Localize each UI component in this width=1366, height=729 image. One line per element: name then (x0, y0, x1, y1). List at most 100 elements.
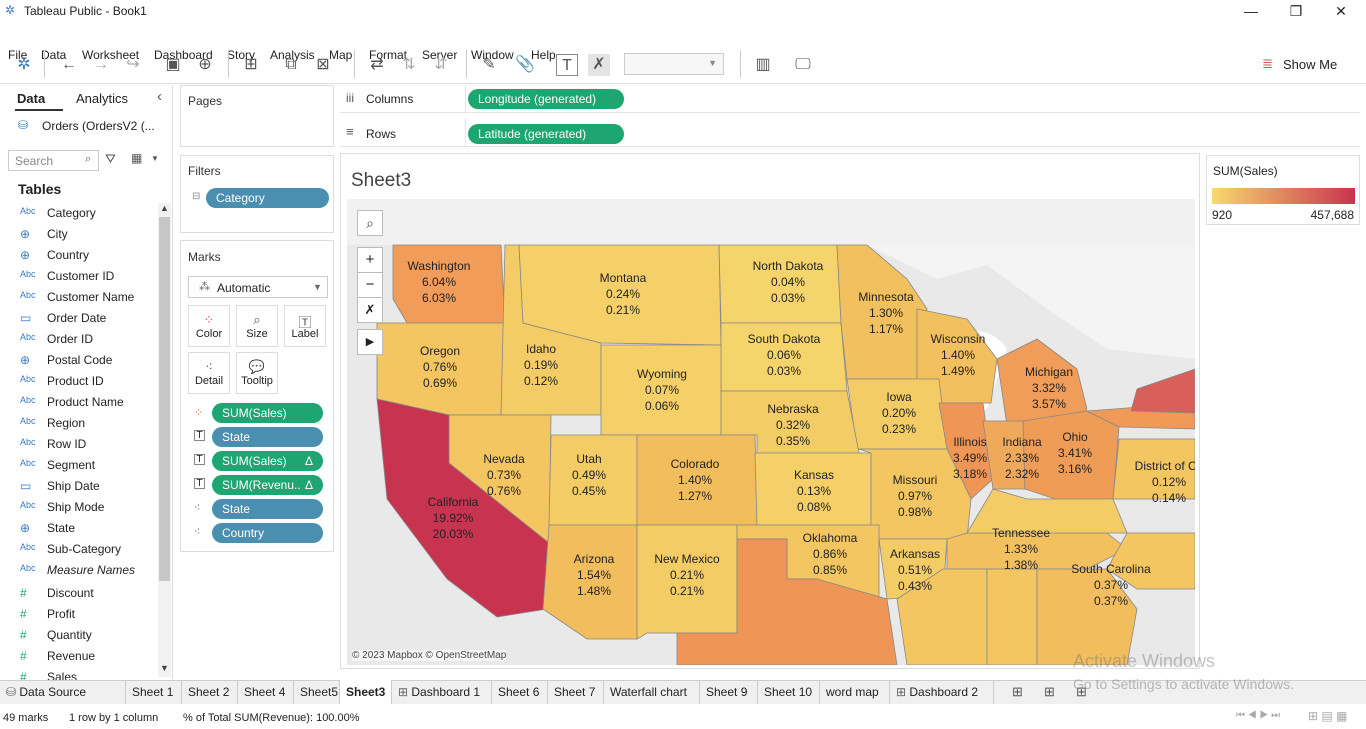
mark-pill-sum-sales-label[interactable]: SUM(Sales) Δ (212, 451, 323, 471)
tab-sheet-9[interactable]: Sheet 9 (700, 680, 758, 704)
tab-sheet-1[interactable]: Sheet 1 (126, 680, 182, 704)
search-input[interactable]: Search ⌕ (8, 150, 99, 171)
field-quantity[interactable]: # Quantity (20, 628, 160, 649)
chevron-down-icon[interactable]: ▼ (151, 154, 159, 163)
field-segment[interactable]: Abc Segment (20, 458, 160, 479)
map-search-icon[interactable]: ⌕ (357, 210, 383, 236)
scrollbar-thumb[interactable] (159, 217, 170, 581)
field-discount[interactable]: # Discount (20, 586, 160, 607)
label-button[interactable]: 🅃 Label (284, 305, 326, 347)
tab-sheet5[interactable]: Sheet5 (294, 680, 340, 704)
sheet-navigation-icon[interactable]: ⏮ ◀ ▶ ⏭ (1236, 710, 1280, 721)
sort-descending-icon[interactable]: ⇵ (430, 54, 452, 76)
new-dashboard-icon[interactable]: ⊞ (1044, 684, 1055, 700)
category-filter-pill[interactable]: Category (206, 188, 329, 208)
tooltip-button[interactable]: 💬 Tooltip (236, 352, 278, 394)
state-new-mexico[interactable] (636, 524, 738, 640)
field-row-id[interactable]: Abc Row ID (20, 437, 160, 458)
zoom-out-icon[interactable]: − (357, 272, 383, 298)
field-measure-names[interactable]: Abc Measure Names (20, 563, 160, 584)
new-worksheet-icon[interactable]: ⊞ (1012, 684, 1023, 700)
replay-icon[interactable]: ↪ (122, 54, 144, 76)
tab-dashboard-2[interactable]: ⊞ Dashboard 2 (890, 680, 994, 704)
tab-sheet-4[interactable]: Sheet 4 (238, 680, 294, 704)
filters-shelf[interactable]: Filters ⊟ Category (180, 155, 334, 233)
field-order-date[interactable]: ▭ Order Date (20, 311, 160, 332)
state-alabama[interactable] (986, 568, 1038, 665)
tab-sheet3[interactable]: Sheet3 (340, 680, 392, 704)
color-button[interactable]: ⁘ Color (188, 305, 230, 347)
mark-type-dropdown[interactable]: ⁂ Automatic ▼ (188, 276, 328, 298)
highlight-icon[interactable]: ✎ (478, 54, 500, 76)
mark-pill-country-detail[interactable]: Country (212, 523, 323, 543)
view-options-icon[interactable]: ▦ (131, 151, 142, 165)
field-region[interactable]: Abc Region (20, 416, 160, 437)
field-product-id[interactable]: Abc Product ID (20, 374, 160, 395)
field-category[interactable]: Abc Category (20, 206, 160, 227)
latitude-pill[interactable]: Latitude (generated) (468, 124, 624, 144)
datasource-name[interactable]: Orders (OrdersV2 (... (42, 119, 155, 133)
undo-icon[interactable]: ← (58, 54, 80, 76)
show-cards-icon[interactable]: ▥ (752, 54, 774, 76)
tab-sheet-2[interactable]: Sheet 2 (182, 680, 238, 704)
add-datasource-icon[interactable]: ⊕ (194, 54, 216, 76)
fit-dropdown[interactable]: ▼ (624, 53, 724, 75)
field-country[interactable]: ⊕ Country (20, 248, 160, 269)
redo-icon[interactable]: → (90, 54, 112, 76)
save-icon[interactable]: ▣ (162, 54, 184, 76)
field-city[interactable]: ⊕ City (20, 227, 160, 248)
mark-pill-sum-revenue-label[interactable]: SUM(Revenu.. Δ (212, 475, 323, 495)
tab-data-source[interactable]: ⛁ Data Source (0, 680, 126, 704)
scroll-up-icon[interactable]: ▲ (160, 203, 169, 213)
fix-axes-icon[interactable]: ✗ (588, 54, 610, 76)
field-state[interactable]: ⊕ State (20, 521, 160, 542)
sheet-view-grid-icon[interactable]: ⊞ ▤ ▦ (1308, 709, 1347, 723)
expand-toolbar-icon[interactable]: ▶ (357, 329, 383, 355)
tab-data[interactable]: Data (17, 91, 45, 106)
tab-word-map[interactable]: word map (820, 680, 890, 704)
rows-shelf[interactable]: ≡ Rows Latitude (generated) (340, 119, 1360, 147)
swap-rows-columns-icon[interactable]: ⇄ (366, 54, 388, 76)
tab-waterfall-chart[interactable]: Waterfall chart (604, 680, 700, 704)
field-postal-code[interactable]: ⊕ Postal Code (20, 353, 160, 374)
presentation-mode-icon[interactable]: 🖵 (792, 54, 814, 76)
field-customer-name[interactable]: Abc Customer Name (20, 290, 160, 311)
columns-shelf[interactable]: iii Columns Longitude (generated) (340, 85, 1360, 113)
field-ship-mode[interactable]: Abc Ship Mode (20, 500, 160, 521)
clear-sheet-icon[interactable]: ⊠ (312, 54, 334, 76)
field-ship-date[interactable]: ▭ Ship Date (20, 479, 160, 500)
sort-ascending-icon[interactable]: ⇅ (398, 54, 420, 76)
tableau-home-icon[interactable]: ✲ (13, 54, 35, 76)
field-profit[interactable]: # Profit (20, 607, 160, 628)
zoom-in-icon[interactable]: + (357, 247, 383, 273)
filled-map[interactable]: Washington 6.04% 6.03% Montana 0.24% 0.21% Nor… (347, 199, 1195, 665)
collapse-pane-icon[interactable]: ‹ (157, 88, 162, 105)
field-revenue[interactable]: # Revenue (20, 649, 160, 670)
mark-pill-sum-sales-color[interactable]: SUM(Sales) (212, 403, 323, 423)
tab-analytics[interactable]: Analytics (76, 91, 128, 106)
tab-dashboard-1[interactable]: ⊞ Dashboard 1 (392, 680, 492, 704)
detail-button[interactable]: ⁖ Detail (188, 352, 230, 394)
longitude-pill[interactable]: Longitude (generated) (468, 89, 624, 109)
group-icon[interactable]: 📎 (514, 54, 536, 76)
tab-sheet-6[interactable]: Sheet 6 (492, 680, 548, 704)
show-mark-labels-icon[interactable]: T (556, 54, 578, 76)
mark-pill-state-detail[interactable]: State (212, 499, 323, 519)
mark-pill-state-label[interactable]: State (212, 427, 323, 447)
color-legend[interactable]: SUM(Sales) 920 457,688 (1206, 155, 1360, 225)
new-worksheet-icon[interactable]: ⊞ (240, 54, 262, 76)
close-icon[interactable]: ✕ (1318, 0, 1364, 22)
scroll-down-icon[interactable]: ▼ (160, 663, 169, 673)
field-order-id[interactable]: Abc Order ID (20, 332, 160, 353)
tab-sheet-10[interactable]: Sheet 10 (758, 680, 820, 704)
maximize-icon[interactable]: ❐ (1273, 0, 1319, 22)
field-customer-id[interactable]: Abc Customer ID (20, 269, 160, 290)
minimize-icon[interactable]: — (1228, 0, 1274, 22)
duplicate-sheet-icon[interactable]: ⧉ (280, 54, 302, 76)
pages-shelf[interactable]: Pages (180, 85, 334, 147)
tab-sheet-7[interactable]: Sheet 7 (548, 680, 604, 704)
filter-icon[interactable]: ⛛ (105, 151, 116, 167)
reset-map-icon[interactable]: ✗ (357, 297, 383, 323)
field-sub-category[interactable]: Abc Sub-Category (20, 542, 160, 563)
field-product-name[interactable]: Abc Product Name (20, 395, 160, 416)
